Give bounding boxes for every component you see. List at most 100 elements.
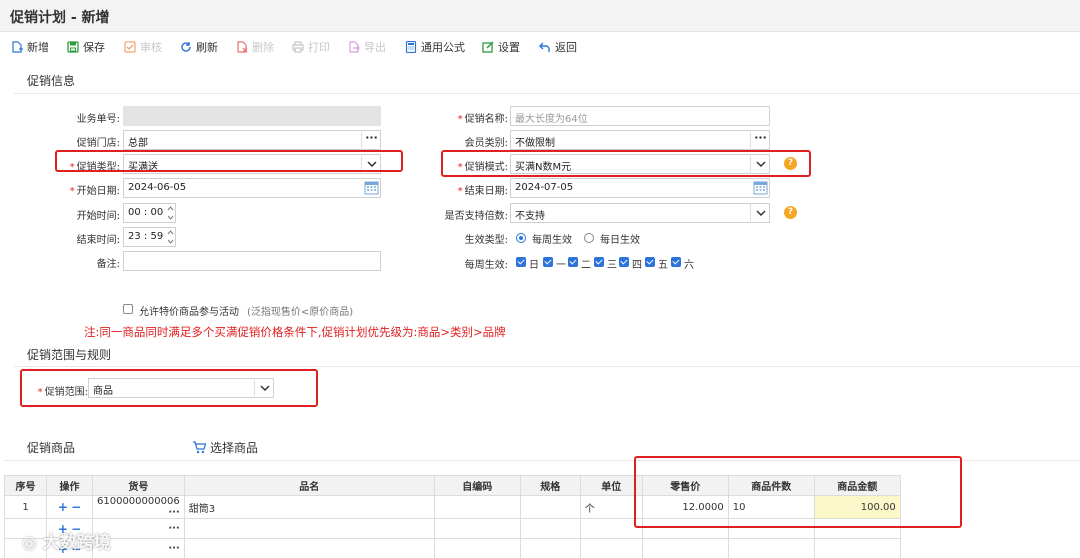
watermark: ◎ 大数跨境: [22, 528, 111, 553]
save-label: 保存: [83, 41, 105, 54]
cell-spec: [519, 518, 581, 539]
member-type-picker-button[interactable]: ···: [750, 130, 770, 150]
radio-weekly[interactable]: [516, 233, 526, 243]
time-spinner-icon[interactable]: [166, 227, 175, 247]
weekly-label: 每周生效:: [464, 260, 508, 271]
required-mark: *: [69, 186, 75, 197]
chevron-down-icon: [755, 210, 766, 216]
save-icon: [67, 41, 79, 53]
back-label: 返回: [555, 41, 577, 54]
export-button[interactable]: 导出: [348, 38, 386, 56]
store-field[interactable]: 总部: [123, 130, 381, 150]
back-button[interactable]: 返回: [539, 38, 577, 56]
export-label: 导出: [364, 41, 386, 54]
start-date-label: 开始日期:: [76, 186, 120, 197]
remark-input[interactable]: [123, 251, 381, 271]
cell-name: [183, 538, 435, 558]
radio-weekly-label: 每周生效: [532, 235, 572, 246]
new-button[interactable]: 新增: [11, 38, 49, 56]
col-header-spec: 规格: [519, 475, 581, 496]
settings-edit-icon: [482, 41, 494, 53]
code-picker-button[interactable]: ···: [168, 543, 179, 554]
effect-type-label: 生效类型:: [464, 235, 508, 246]
save-button[interactable]: 保存: [67, 38, 105, 56]
cell-spec: [519, 538, 581, 558]
cell-amount: [813, 538, 901, 558]
end-date-input[interactable]: 2024-07-05: [510, 178, 770, 198]
settings-label: 设置: [498, 41, 520, 54]
weekday-checkbox-sun[interactable]: [516, 257, 526, 267]
time-spinner-icon[interactable]: [166, 203, 175, 223]
select-products-label: 选择商品: [210, 441, 259, 455]
weekday-label-thu: 四: [632, 260, 642, 271]
required-mark: *: [457, 186, 463, 197]
calendar-icon[interactable]: [364, 180, 379, 195]
cell-qty[interactable]: [727, 538, 815, 558]
weekday-checkbox-sat[interactable]: [671, 257, 681, 267]
weekday-checkbox-tue[interactable]: [568, 257, 578, 267]
back-arrow-icon: [539, 42, 550, 52]
business-no-field: [123, 106, 381, 126]
weekday-checkbox-thu[interactable]: [619, 257, 629, 267]
delete-button[interactable]: 删除: [236, 38, 274, 56]
select-products-button[interactable]: 选择商品: [192, 439, 258, 456]
highlight-box: [55, 150, 403, 172]
refresh-icon: [181, 42, 191, 52]
start-date-input[interactable]: 2024-06-05: [123, 178, 381, 198]
toolbar: 新增 保存 审核 刷新 删除 打印 导出 通用公式 设置 返回: [0, 34, 1080, 60]
cell-price: [641, 538, 729, 558]
section-title-info: 促销信息: [27, 74, 76, 88]
end-date-label: 结束日期:: [464, 186, 508, 197]
cell-name: 甜筒3: [183, 495, 435, 519]
weekday-checkbox-fri[interactable]: [645, 257, 655, 267]
multiple-label: 是否支持倍数:: [444, 211, 508, 222]
table-row[interactable]: + − ···: [4, 538, 901, 558]
promo-name-input[interactable]: 最大长度为64位: [510, 106, 770, 126]
new-document-icon: [12, 41, 23, 53]
cart-icon: [193, 441, 206, 454]
cell-unit: [579, 538, 643, 558]
radio-daily-label: 每日生效: [600, 235, 640, 246]
remove-row-icon[interactable]: −: [71, 500, 81, 514]
code-picker-button[interactable]: ···: [168, 507, 179, 518]
cell-ops: + −: [46, 495, 93, 519]
audit-icon: [124, 41, 136, 53]
cell-code-wrap: 6100000000006 ···: [92, 495, 185, 519]
audit-label: 审核: [140, 41, 162, 54]
formula-button[interactable]: 通用公式: [405, 38, 465, 56]
help-icon[interactable]: ?: [784, 206, 797, 219]
end-date-label-wrap: * 结束日期:: [420, 182, 508, 197]
weekday-label-tue: 二: [581, 260, 591, 271]
weekday-label-sun: 日: [529, 260, 539, 271]
page: 促销计划 - 新增 新增 保存 审核 刷新 删除 打印 导出 通用公式 设置 返…: [0, 0, 1080, 558]
multiple-dropdown[interactable]: [750, 203, 770, 223]
delete-icon: [237, 41, 248, 53]
multiple-select[interactable]: 不支持: [510, 203, 770, 223]
highlight-box: [441, 150, 811, 177]
promo-name-label: 促销名称:: [464, 114, 508, 125]
settings-button[interactable]: 设置: [482, 38, 520, 56]
radio-daily[interactable]: [584, 233, 594, 243]
cell-seq: 1: [4, 495, 47, 519]
calendar-icon[interactable]: [753, 180, 768, 195]
col-header-name: 品名: [183, 475, 435, 496]
cell-unit: [579, 518, 643, 539]
col-header-unit: 单位: [579, 475, 643, 496]
store-picker-button[interactable]: ···: [361, 130, 381, 150]
add-row-icon[interactable]: +: [58, 500, 68, 514]
print-button[interactable]: 打印: [292, 38, 330, 56]
weekday-checkbox-wed[interactable]: [594, 257, 604, 267]
col-header-op: 操作: [46, 475, 93, 496]
col-header-seq: 序号: [4, 475, 47, 496]
section-divider: [14, 93, 1080, 94]
section-title-products: 促销商品: [27, 441, 76, 455]
allow-special-checkbox[interactable]: [123, 304, 133, 314]
watermark-logo-icon: ◎: [22, 533, 37, 553]
code-picker-button[interactable]: ···: [168, 523, 179, 534]
required-mark: *: [457, 114, 463, 125]
refresh-button[interactable]: 刷新: [180, 38, 218, 56]
audit-button[interactable]: 审核: [124, 38, 162, 56]
weekday-checkbox-mon[interactable]: [543, 257, 553, 267]
member-type-field[interactable]: 不做限制: [510, 130, 770, 150]
print-label: 打印: [308, 41, 330, 54]
